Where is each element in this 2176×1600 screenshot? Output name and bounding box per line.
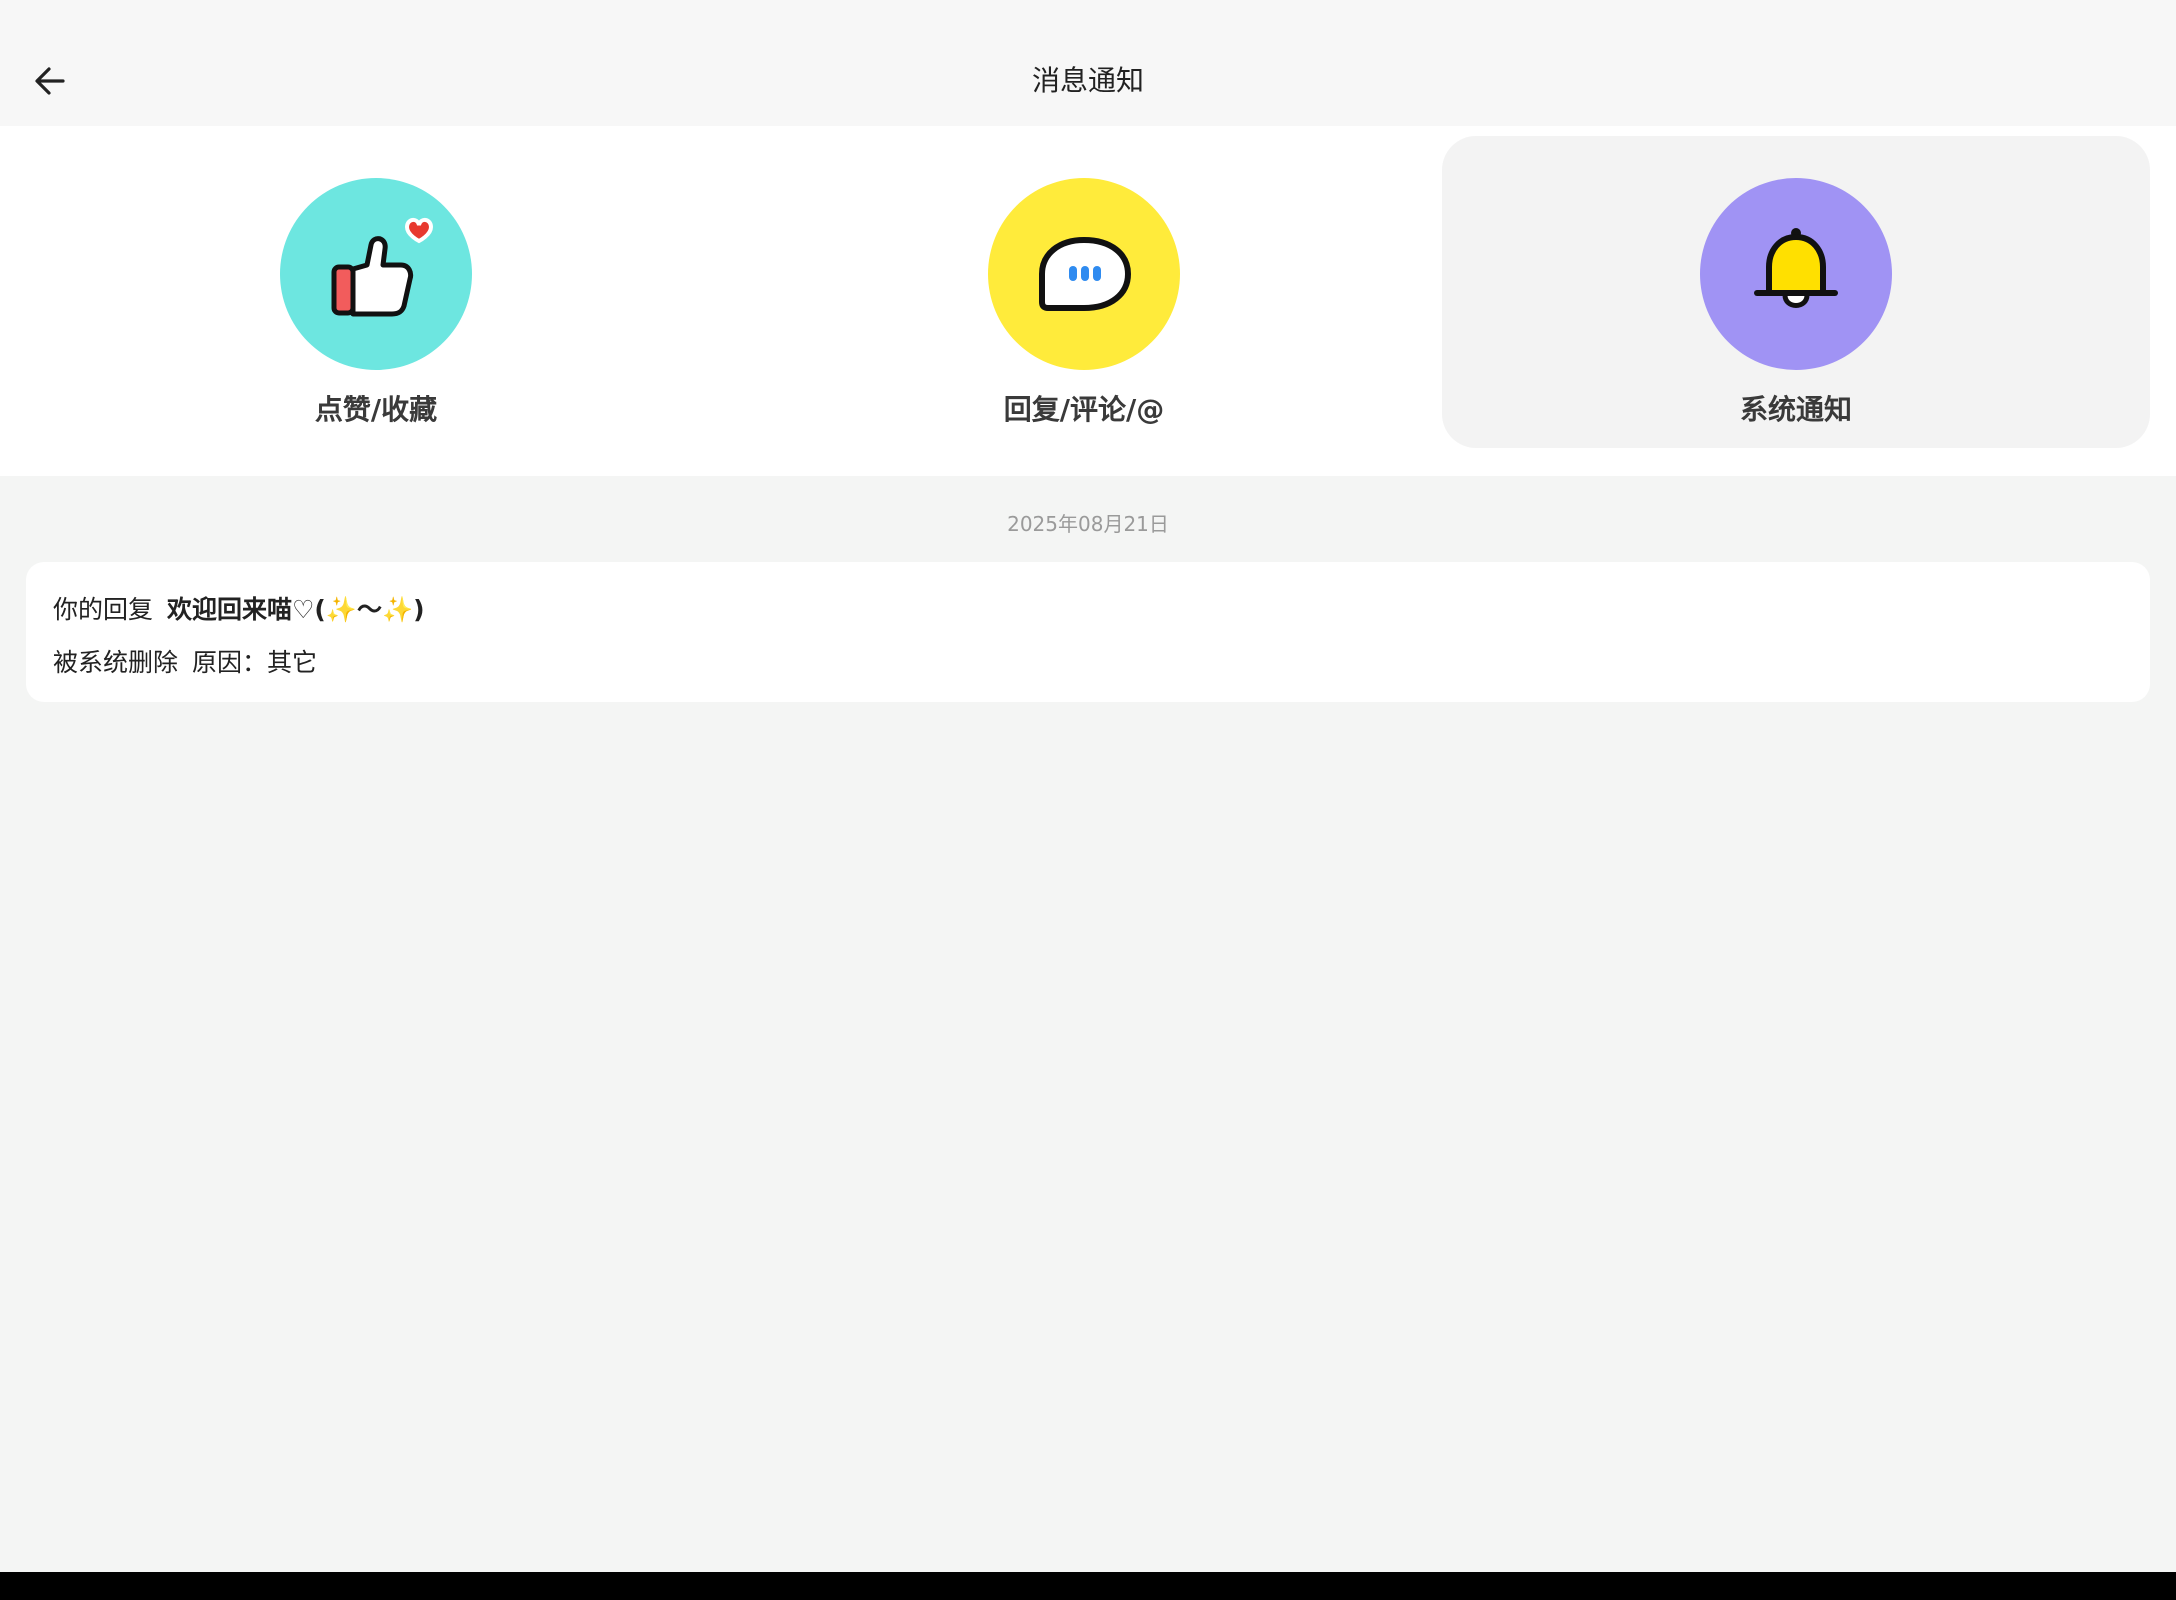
deletion-reason: 原因：其它	[192, 648, 318, 677]
notification-card[interactable]: 你的回复 欢迎回来喵♡(✨〜✨) 被系统删除 原因：其它	[26, 562, 2150, 702]
notification-line-reply: 你的回复 欢迎回来喵♡(✨〜✨)	[53, 590, 425, 626]
notification-line-status: 被系统删除 原因：其它	[53, 643, 317, 679]
page-title: 消息通知	[1031, 64, 1144, 97]
chat-bubble-icon	[1039, 237, 1131, 311]
tab-likes-favorites[interactable]: 点赞/收藏	[22, 136, 730, 448]
system-navigation-bar	[0, 1572, 2176, 1600]
thumbs-up-heart-icon	[331, 218, 434, 317]
status-bar	[0, 0, 2176, 36]
header-bar: 消息通知	[0, 36, 2176, 126]
likes-icon-circle	[280, 178, 472, 370]
system-icon-circle	[1700, 178, 1892, 370]
date-separator: 2025年08月21日	[1007, 512, 1169, 536]
reply-prefix: 你的回复	[53, 595, 154, 624]
tab-replies-comments[interactable]: 回复/评论/@	[730, 136, 1438, 448]
bell-icon	[1754, 228, 1838, 308]
tab-system-notifications[interactable]: 系统通知	[1442, 136, 2150, 448]
replies-icon-circle	[988, 178, 1180, 370]
deletion-status: 被系统删除	[53, 648, 179, 677]
reply-content: 欢迎回来喵♡(✨〜✨)	[167, 595, 425, 624]
tab-replies-comments-label: 回复/评论/@	[1003, 393, 1165, 426]
tab-system-notifications-label: 系统通知	[1739, 393, 1852, 426]
category-tabs: 点赞/收藏 回复/评论/@ 系统通知	[0, 126, 2176, 476]
tab-likes-favorites-label: 点赞/收藏	[314, 393, 438, 426]
